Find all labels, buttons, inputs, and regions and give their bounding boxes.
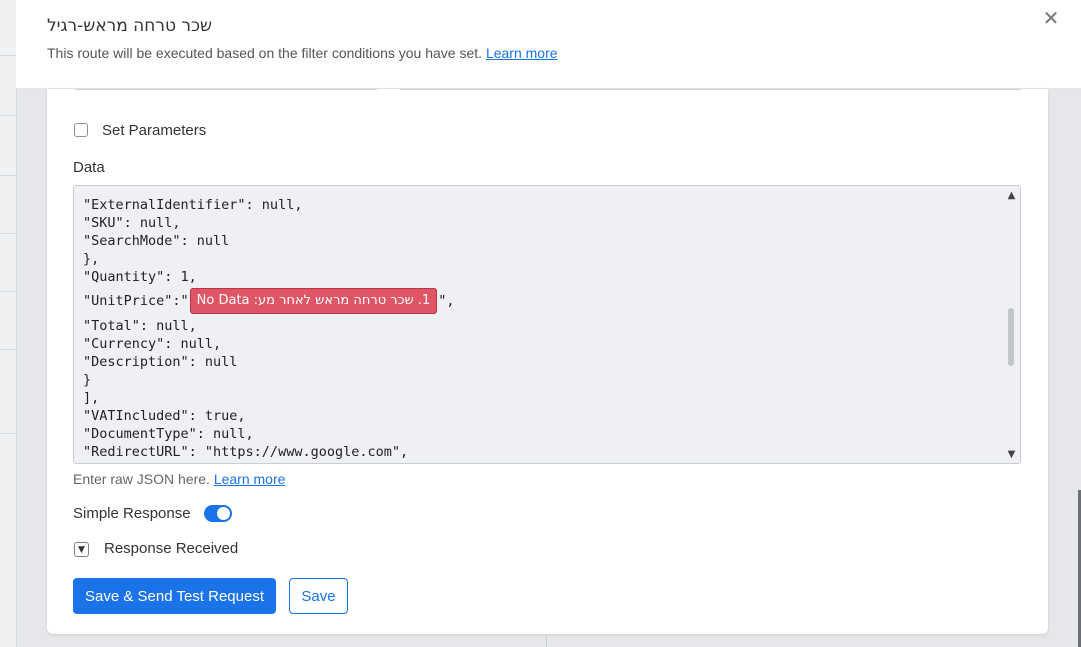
code-line: "Total": null, bbox=[83, 318, 197, 334]
code-line: "CancelRedirectURL": null bbox=[83, 461, 988, 463]
unitprice-suffix: ", bbox=[438, 293, 455, 309]
code-line: "Quantity": 1, bbox=[83, 269, 197, 285]
route-settings-card: Set Parameters Data ​ "ExternalIdentifie… bbox=[47, 89, 1048, 634]
simple-response-toggle[interactable] bbox=[204, 505, 232, 522]
partial-field-left[interactable] bbox=[75, 89, 377, 90]
data-helper-text: Enter raw JSON here. Learn more bbox=[73, 471, 285, 487]
code-line: "SearchMode": null bbox=[83, 233, 230, 249]
code-line: "Description": null bbox=[83, 354, 238, 370]
chevron-down-icon[interactable]: ▼ bbox=[1005, 449, 1018, 461]
code-line: "VATIncluded": true, bbox=[83, 408, 246, 424]
toggle-knob bbox=[217, 507, 230, 520]
modal-subtitle: This route will be executed based on the… bbox=[47, 45, 558, 61]
editor-scrollbar[interactable]: ▲ ▼ bbox=[1003, 186, 1020, 463]
background-divider bbox=[0, 175, 16, 176]
chevron-down-icon[interactable]: ▼ bbox=[74, 542, 89, 557]
scroll-thumb[interactable] bbox=[1008, 308, 1014, 366]
code-line: } bbox=[83, 372, 92, 388]
helper-text: Enter raw JSON here. bbox=[73, 471, 210, 487]
helper-learn-more-link[interactable]: Learn more bbox=[214, 471, 286, 487]
data-label: Data bbox=[73, 159, 105, 176]
mapped-variable-pill[interactable]: 1. שכר טרחה מראש לאחר מע: No Data bbox=[189, 288, 438, 314]
modal-header: שכר טרחה מראש-רגיל This route will be ex… bbox=[16, 0, 1081, 89]
code-line: "Currency": null, bbox=[83, 336, 222, 352]
response-received-label[interactable]: Response Received bbox=[104, 540, 238, 557]
background-sidebar bbox=[0, 0, 17, 647]
set-parameters-checkbox[interactable] bbox=[74, 123, 88, 137]
code-line-unitprice: "UnitPrice":" 1. שכר טרחה מראש לאחר מע: N… bbox=[83, 286, 988, 317]
subtitle-text: This route will be executed based on the… bbox=[47, 45, 483, 61]
code-line: "DocumentType": null, bbox=[83, 426, 254, 442]
background-divider bbox=[546, 636, 547, 647]
json-code: ​ "ExternalIdentifier": null, "SKU": null… bbox=[83, 186, 988, 463]
code-line: ], bbox=[83, 390, 100, 406]
background-divider bbox=[0, 291, 16, 292]
save-and-send-test-request-button[interactable]: Save & Send Test Request bbox=[73, 578, 276, 614]
unitprice-prefix: "UnitPrice":" bbox=[83, 293, 189, 309]
code-line: "ExternalIdentifier": null, bbox=[83, 197, 303, 213]
background-divider bbox=[0, 433, 16, 434]
code-line-partial: ​ bbox=[83, 186, 988, 196]
modal-title: שכר טרחה מראש-רגיל bbox=[47, 16, 213, 36]
background-divider bbox=[0, 115, 16, 116]
chevron-up-icon[interactable]: ▲ bbox=[1005, 190, 1018, 202]
background-divider bbox=[0, 55, 16, 56]
learn-more-link[interactable]: Learn more bbox=[486, 45, 558, 61]
simple-response-label: Simple Response bbox=[73, 505, 191, 522]
data-json-editor[interactable]: ​ "ExternalIdentifier": null, "SKU": null… bbox=[73, 185, 1021, 464]
partial-field-right[interactable] bbox=[400, 89, 1021, 90]
background-divider bbox=[0, 349, 16, 350]
save-button[interactable]: Save bbox=[289, 578, 348, 614]
set-parameters-label: Set Parameters bbox=[102, 122, 207, 139]
background-divider bbox=[0, 233, 16, 234]
code-line: }, bbox=[83, 251, 100, 267]
close-icon[interactable]: ✕ bbox=[1039, 6, 1063, 30]
code-line: "RedirectURL": "https://www.google.com", bbox=[83, 444, 409, 460]
code-line: "SKU": null, bbox=[83, 215, 181, 231]
